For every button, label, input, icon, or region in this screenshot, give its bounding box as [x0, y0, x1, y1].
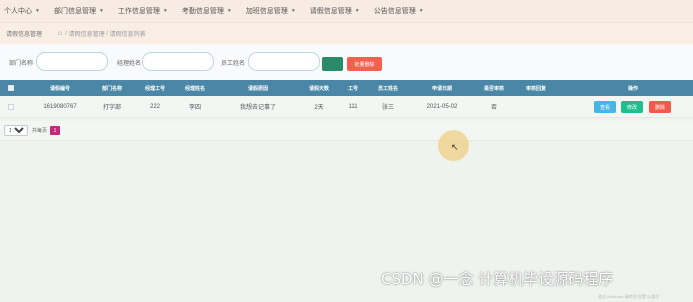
col-header[interactable]: 员工姓名: [371, 85, 405, 92]
pagination: 10 共每页 1: [0, 121, 693, 141]
table-header: 请假编号 部门名称 经理工号 经理姓名 请假原因 请假天数 工号 员工姓名 申请…: [0, 80, 693, 96]
col-header[interactable]: 审核回复: [519, 85, 553, 92]
chevron-down-icon: ▼: [98, 8, 104, 14]
top-nav: 个人中心 ▼ 部门信息管理 ▼ 工作信息管理 ▼ 考勤信息管理 ▼ 加班信息管理 ▼ 请假…: [0, 0, 693, 22]
view-button[interactable]: 查看: [594, 101, 616, 113]
nav-item-dept[interactable]: 部门信息管理 ▼: [54, 6, 104, 16]
col-header[interactable]: 申请日期: [422, 85, 462, 92]
chevron-down-icon: ▼: [162, 8, 168, 14]
nav-item-leave[interactable]: 请假信息管理 ▼: [310, 6, 360, 16]
mouse-cursor-icon: ↖: [451, 142, 459, 152]
chevron-down-icon: ▼: [290, 8, 296, 14]
nav-item-work[interactable]: 工作信息管理 ▼: [118, 6, 168, 16]
employee-name-input[interactable]: [248, 52, 320, 71]
chevron-down-icon: ▼: [35, 8, 40, 14]
chevron-down-icon: ▼: [418, 8, 424, 14]
nav-item-notice[interactable]: 公告信息管理 ▼: [374, 6, 424, 16]
nav-item-label: 工作信息管理: [117, 8, 160, 15]
delete-button[interactable]: 删除: [649, 101, 671, 113]
cell-emp-no: 111: [348, 103, 358, 110]
cell-reason: 我想去记事了: [239, 105, 276, 111]
manager-name-input[interactable]: [142, 52, 214, 71]
page-title: 请假信息管理: [6, 32, 43, 38]
search-bar: 部门名称 经理姓名 员工姓名 批量删除: [0, 44, 693, 80]
breadcrumb-item[interactable]: 请假信息管理: [69, 29, 105, 38]
col-header[interactable]: 请假原因: [238, 85, 278, 92]
cell-days: 2天: [314, 105, 324, 111]
cell-dept: 打字部: [102, 105, 121, 111]
nav-item-personal[interactable]: 个人中心 ▼: [4, 6, 40, 16]
select-all-checkbox[interactable]: [8, 85, 14, 91]
col-header[interactable]: 请假天数: [302, 85, 336, 92]
leave-table: 请假编号 部门名称 经理工号 经理姓名 请假原因 请假天数 工号 员工姓名 申请…: [0, 80, 693, 118]
watermark-text: CSDN @一念 计算机毕设源码程序: [381, 270, 614, 288]
page-number-current[interactable]: 1: [50, 126, 61, 135]
col-header[interactable]: 请假编号: [40, 85, 80, 92]
col-header: 操作: [627, 85, 638, 92]
col-header[interactable]: 部门名称: [95, 85, 129, 92]
col-header[interactable]: 是否审核: [477, 85, 511, 92]
nav-item-attendance[interactable]: 考勤信息管理 ▼: [182, 6, 232, 16]
chevron-down-icon: ▼: [226, 8, 232, 14]
dept-name-input[interactable]: [36, 52, 108, 71]
cell-date: 2021-05-02: [426, 103, 458, 110]
breadcrumb-item: 请假信息列表: [109, 32, 146, 38]
col-header[interactable]: 工号: [341, 85, 365, 92]
cell-leave-id: 1619080767: [43, 103, 77, 110]
manager-label: 经理姓名: [117, 61, 142, 67]
pager-total-text: 共每页: [32, 128, 48, 134]
cell-emp-name: 张三: [381, 105, 394, 111]
col-header[interactable]: 经理姓名: [178, 85, 212, 92]
dept-label: 部门名称: [9, 61, 34, 67]
home-icon[interactable]: ⌂: [58, 30, 62, 37]
col-header[interactable]: 经理工号: [138, 85, 172, 92]
cell-manager-name: 李四: [188, 105, 201, 111]
cell-manager-no: 222: [149, 103, 160, 110]
row-checkbox[interactable]: [8, 104, 14, 110]
nav-item-overtime[interactable]: 加班信息管理 ▼: [246, 6, 296, 16]
cell-approved: 否: [490, 105, 497, 111]
edit-button[interactable]: 修改: [621, 101, 643, 113]
bulk-delete-button[interactable]: 批量删除: [347, 57, 382, 71]
nav-item-label: 考勤信息管理: [181, 8, 224, 15]
search-button[interactable]: [322, 57, 343, 71]
nav-item-label: 个人中心: [4, 8, 32, 15]
chevron-down-icon: ▼: [354, 8, 360, 14]
nav-item-label: 部门信息管理: [53, 8, 96, 15]
nav-item-label: 公告信息管理: [373, 8, 416, 15]
page-size-select[interactable]: 10: [4, 125, 28, 136]
table-row: 1619080767 打字部 222 李四 我想去记事了 2天 111 张三 2…: [0, 96, 693, 118]
sub-header: 请假信息管理 ⌂ / 请假信息管理 / 请假信息列表: [0, 22, 693, 44]
breadcrumb: ⌂ / 请假信息管理 / 请假信息列表: [58, 29, 146, 38]
nav-item-label: 加班信息管理: [245, 8, 288, 15]
employee-label: 员工姓名: [221, 61, 246, 67]
nav-item-label: 请假信息管理: [309, 8, 352, 15]
activation-watermark: 激活 Windows 请转到"设置"以激活: [598, 294, 660, 299]
